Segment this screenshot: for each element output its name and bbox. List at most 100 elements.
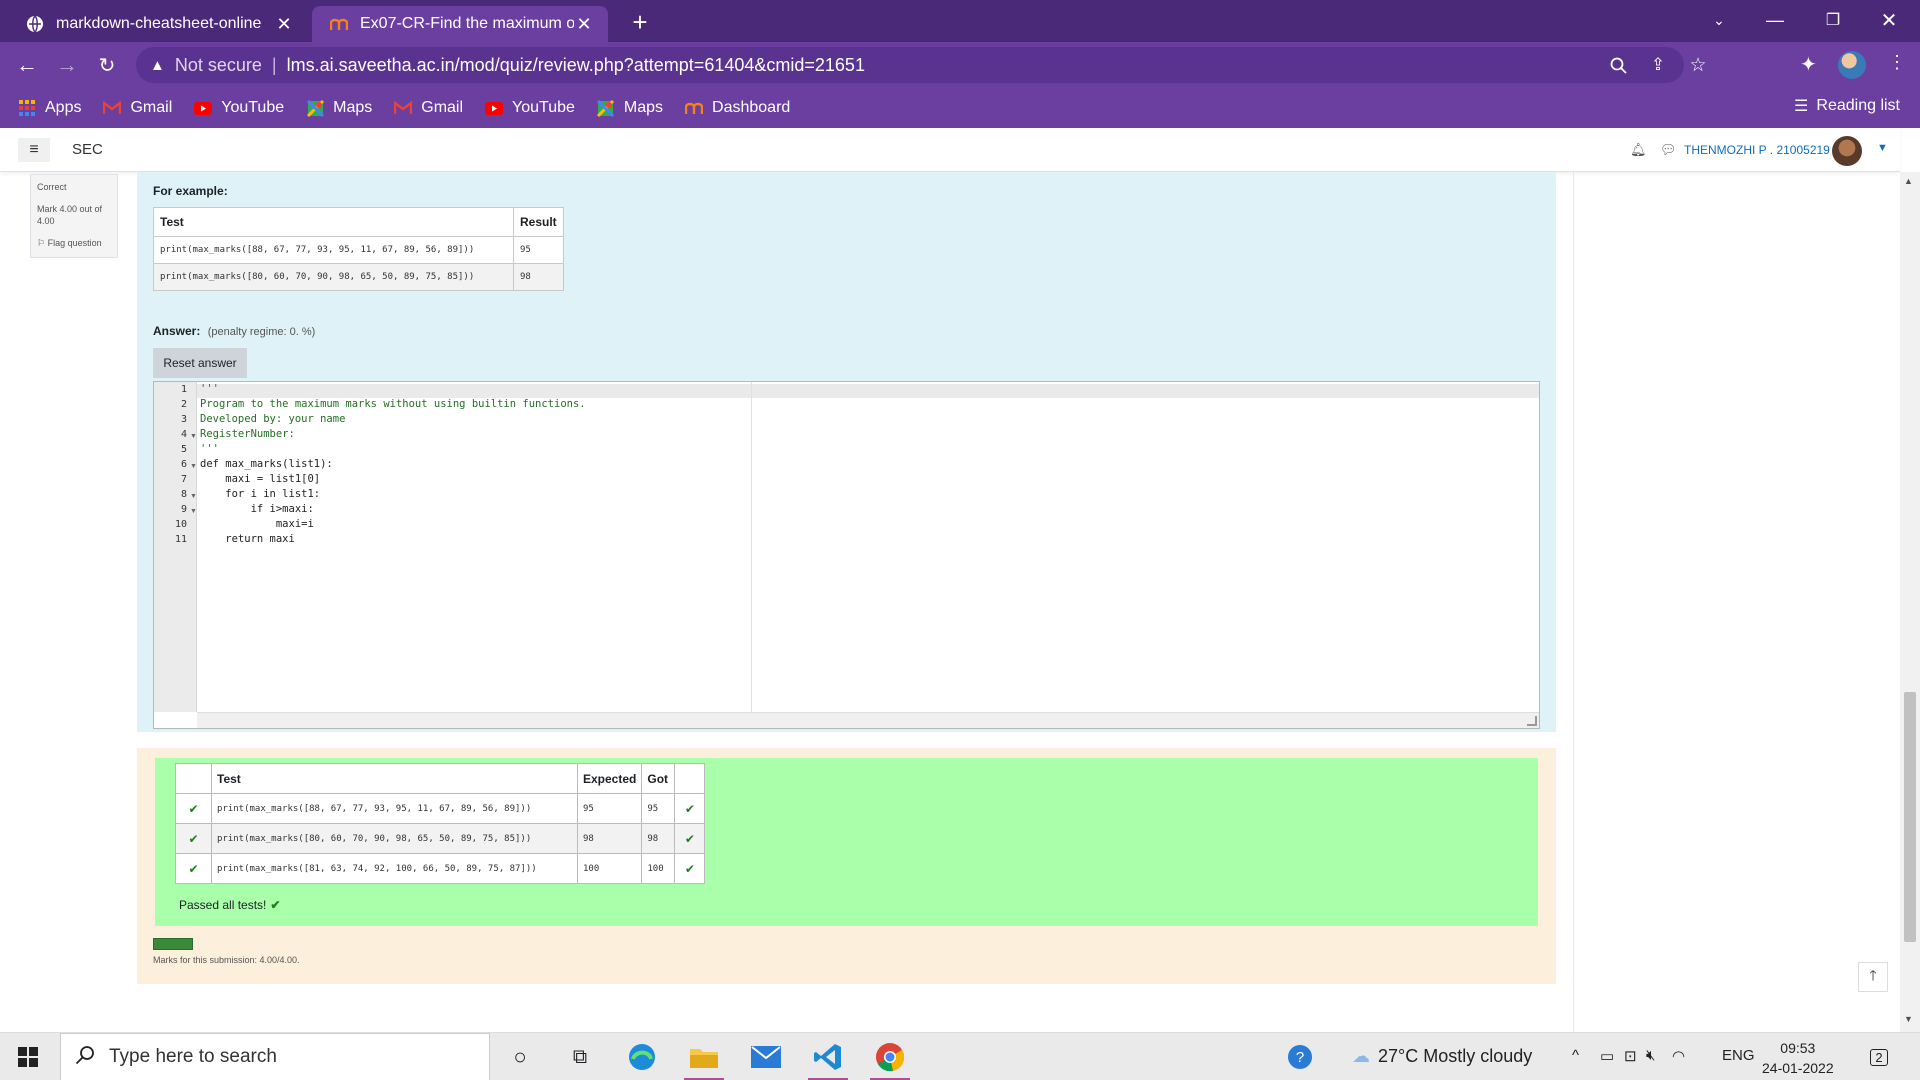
- notifications-icon[interactable]: 🔔︎: [1630, 142, 1647, 158]
- bookmark-maps[interactable]: Maps: [306, 99, 372, 117]
- check-icon: ✔: [175, 823, 212, 854]
- taskbar-search-box[interactable]: Type here to search: [60, 1033, 490, 1080]
- mail-icon[interactable]: [738, 1037, 794, 1077]
- passed-text: Passed all tests!: [179, 898, 267, 912]
- got-cell: 100: [641, 853, 676, 884]
- user-name[interactable]: THENMOZHI P . 21005219: [1684, 143, 1830, 157]
- scroll-up-icon[interactable]: ▲: [1904, 176, 1913, 186]
- print-margin: [751, 382, 752, 712]
- editor-resize-handle[interactable]: [1527, 716, 1537, 726]
- fold-arrow-icon[interactable]: ▼: [190, 433, 197, 440]
- task-view-icon[interactable]: ⧉: [552, 1037, 608, 1077]
- show-hidden-icons-icon[interactable]: ^: [1572, 1047, 1579, 1064]
- expected-cell: 95: [576, 793, 643, 824]
- bookmark-youtube[interactable]: YouTube: [485, 99, 575, 117]
- table-header-row: Test Expected Got: [175, 763, 706, 794]
- bookmark-label: Gmail: [130, 99, 173, 116]
- warning-icon: ▲: [150, 56, 165, 74]
- volume-muted-icon[interactable]: 🔇︎: [1646, 1047, 1655, 1064]
- tab-title: Ex07-CR-Find the maximum of a: [360, 15, 574, 32]
- code-editor[interactable]: 1 2 3 4 5 6 7 8 9 10 11 ▼ ▼ ▼ ▼ ''' Prog…: [153, 381, 1540, 729]
- flag-icon: ⚐: [37, 238, 46, 249]
- fold-arrow-icon[interactable]: ▼: [190, 508, 197, 515]
- user-menu-caret-icon[interactable]: ▼: [1877, 142, 1888, 154]
- battery-icon[interactable]: ▭: [1600, 1047, 1614, 1065]
- share-icon[interactable]: ⇪: [1642, 49, 1674, 81]
- cortana-icon[interactable]: ○: [492, 1037, 548, 1077]
- tab-search-icon[interactable]: ⌄: [1696, 0, 1742, 40]
- penalty-regime: (penalty regime: 0. %): [207, 326, 316, 338]
- file-explorer-icon[interactable]: [676, 1037, 732, 1080]
- messages-icon[interactable]: 💬︎: [1660, 142, 1677, 158]
- bookmark-youtube[interactable]: YouTube: [194, 99, 284, 117]
- bookmark-apps[interactable]: Apps: [18, 99, 81, 117]
- table-row: ✔ print(max_marks([80, 60, 70, 90, 98, 6…: [175, 823, 706, 854]
- line-number: 7: [180, 474, 187, 485]
- passed-message: Passed all tests! ✔: [179, 898, 280, 912]
- back-to-top-button[interactable]: 🡑: [1858, 962, 1888, 992]
- code-line: if i>maxi:: [200, 503, 314, 515]
- moodle-favicon-icon: [330, 15, 348, 33]
- moodle-favicon-icon: [685, 99, 704, 117]
- notification-center-icon[interactable]: 2: [1866, 1045, 1892, 1069]
- scroll-down-icon[interactable]: ▼: [1904, 1014, 1913, 1024]
- language-indicator[interactable]: ENG: [1722, 1047, 1755, 1064]
- chrome-icon[interactable]: [862, 1037, 918, 1080]
- tab-title: markdown-cheatsheet-online: [56, 15, 262, 32]
- bookmark-gmail[interactable]: Gmail: [103, 99, 172, 117]
- fold-arrow-icon[interactable]: ▼: [190, 463, 197, 470]
- search-icon: [75, 1045, 95, 1070]
- network-status-icon[interactable]: ⊡: [1624, 1047, 1637, 1065]
- zoom-icon[interactable]: [1602, 49, 1634, 81]
- reset-answer-button[interactable]: Reset answer: [153, 348, 247, 378]
- new-tab-button[interactable]: +: [624, 6, 656, 38]
- vscode-icon[interactable]: [800, 1037, 856, 1080]
- site-name[interactable]: SEC: [72, 141, 103, 158]
- flag-question-link[interactable]: ⚐ Flag question: [37, 237, 111, 249]
- hamburger-menu-icon[interactable]: ≡: [18, 138, 50, 162]
- back-icon[interactable]: ←: [12, 50, 42, 80]
- profile-avatar[interactable]: [1838, 51, 1866, 79]
- bookmark-gmail[interactable]: Gmail: [394, 99, 463, 117]
- test-results-box: Test Expected Got ✔ print(max_marks([88,…: [155, 758, 1538, 926]
- line-number: 6: [180, 459, 187, 470]
- editor-horizontal-scrollbar[interactable]: [197, 712, 1539, 728]
- help-icon[interactable]: ?: [1272, 1037, 1328, 1077]
- forward-icon[interactable]: →: [52, 50, 82, 80]
- code-line: Developed by: your name: [200, 413, 346, 425]
- edge-icon[interactable]: [614, 1037, 670, 1077]
- column-header: Got: [641, 763, 676, 794]
- code-line: ''': [200, 383, 219, 395]
- moodle-navbar: ≡ SEC 🔔︎ 💬︎ THENMOZHI P . 21005219 ▼: [0, 128, 1900, 172]
- tab-ex07[interactable]: Ex07-CR-Find the maximum of a ✕: [312, 6, 608, 42]
- check-icon: ✔: [175, 793, 212, 824]
- reading-list-button[interactable]: ☰ Reading list: [1794, 96, 1900, 116]
- weather-widget[interactable]: ☁ 27°C Mostly cloudy: [1352, 1046, 1532, 1067]
- tab-markdown-cheatsheet[interactable]: markdown-cheatsheet-online ✕: [8, 6, 308, 42]
- result-cell: 98: [513, 263, 564, 291]
- expected-cell: 98: [576, 823, 643, 854]
- page-scrollbar[interactable]: ▲ ▼: [1900, 172, 1920, 1032]
- user-avatar[interactable]: [1832, 136, 1862, 166]
- address-bar[interactable]: ▲ Not secure | lms.ai.saveetha.ac.in/mod…: [136, 47, 1707, 83]
- svg-text:?: ?: [1296, 1049, 1304, 1066]
- bookmark-star-icon[interactable]: ☆: [1682, 49, 1714, 81]
- bookmark-label: Apps: [45, 99, 82, 116]
- scroll-thumb[interactable]: [1904, 692, 1916, 942]
- address-separator: |: [271, 54, 277, 75]
- extensions-icon[interactable]: ✦: [1800, 52, 1817, 77]
- expected-cell: 100: [576, 853, 643, 884]
- bookmark-maps[interactable]: Maps: [597, 99, 663, 117]
- fold-arrow-icon[interactable]: ▼: [190, 493, 197, 500]
- restore-icon[interactable]: ❐: [1810, 0, 1856, 40]
- clock[interactable]: 09:53 24-01-2022: [1762, 1038, 1834, 1078]
- reload-icon[interactable]: ↻: [92, 50, 122, 80]
- windows-start-icon[interactable]: [18, 1047, 38, 1067]
- close-window-icon[interactable]: ✕: [1866, 0, 1912, 40]
- bookmark-dashboard[interactable]: Dashboard: [685, 99, 790, 117]
- close-tab-icon[interactable]: ✕: [574, 14, 594, 35]
- menu-icon[interactable]: ⋮: [1888, 52, 1906, 73]
- close-tab-icon[interactable]: ✕: [274, 14, 294, 35]
- minimize-icon[interactable]: —: [1752, 0, 1798, 40]
- wifi-icon[interactable]: ◠: [1672, 1047, 1685, 1065]
